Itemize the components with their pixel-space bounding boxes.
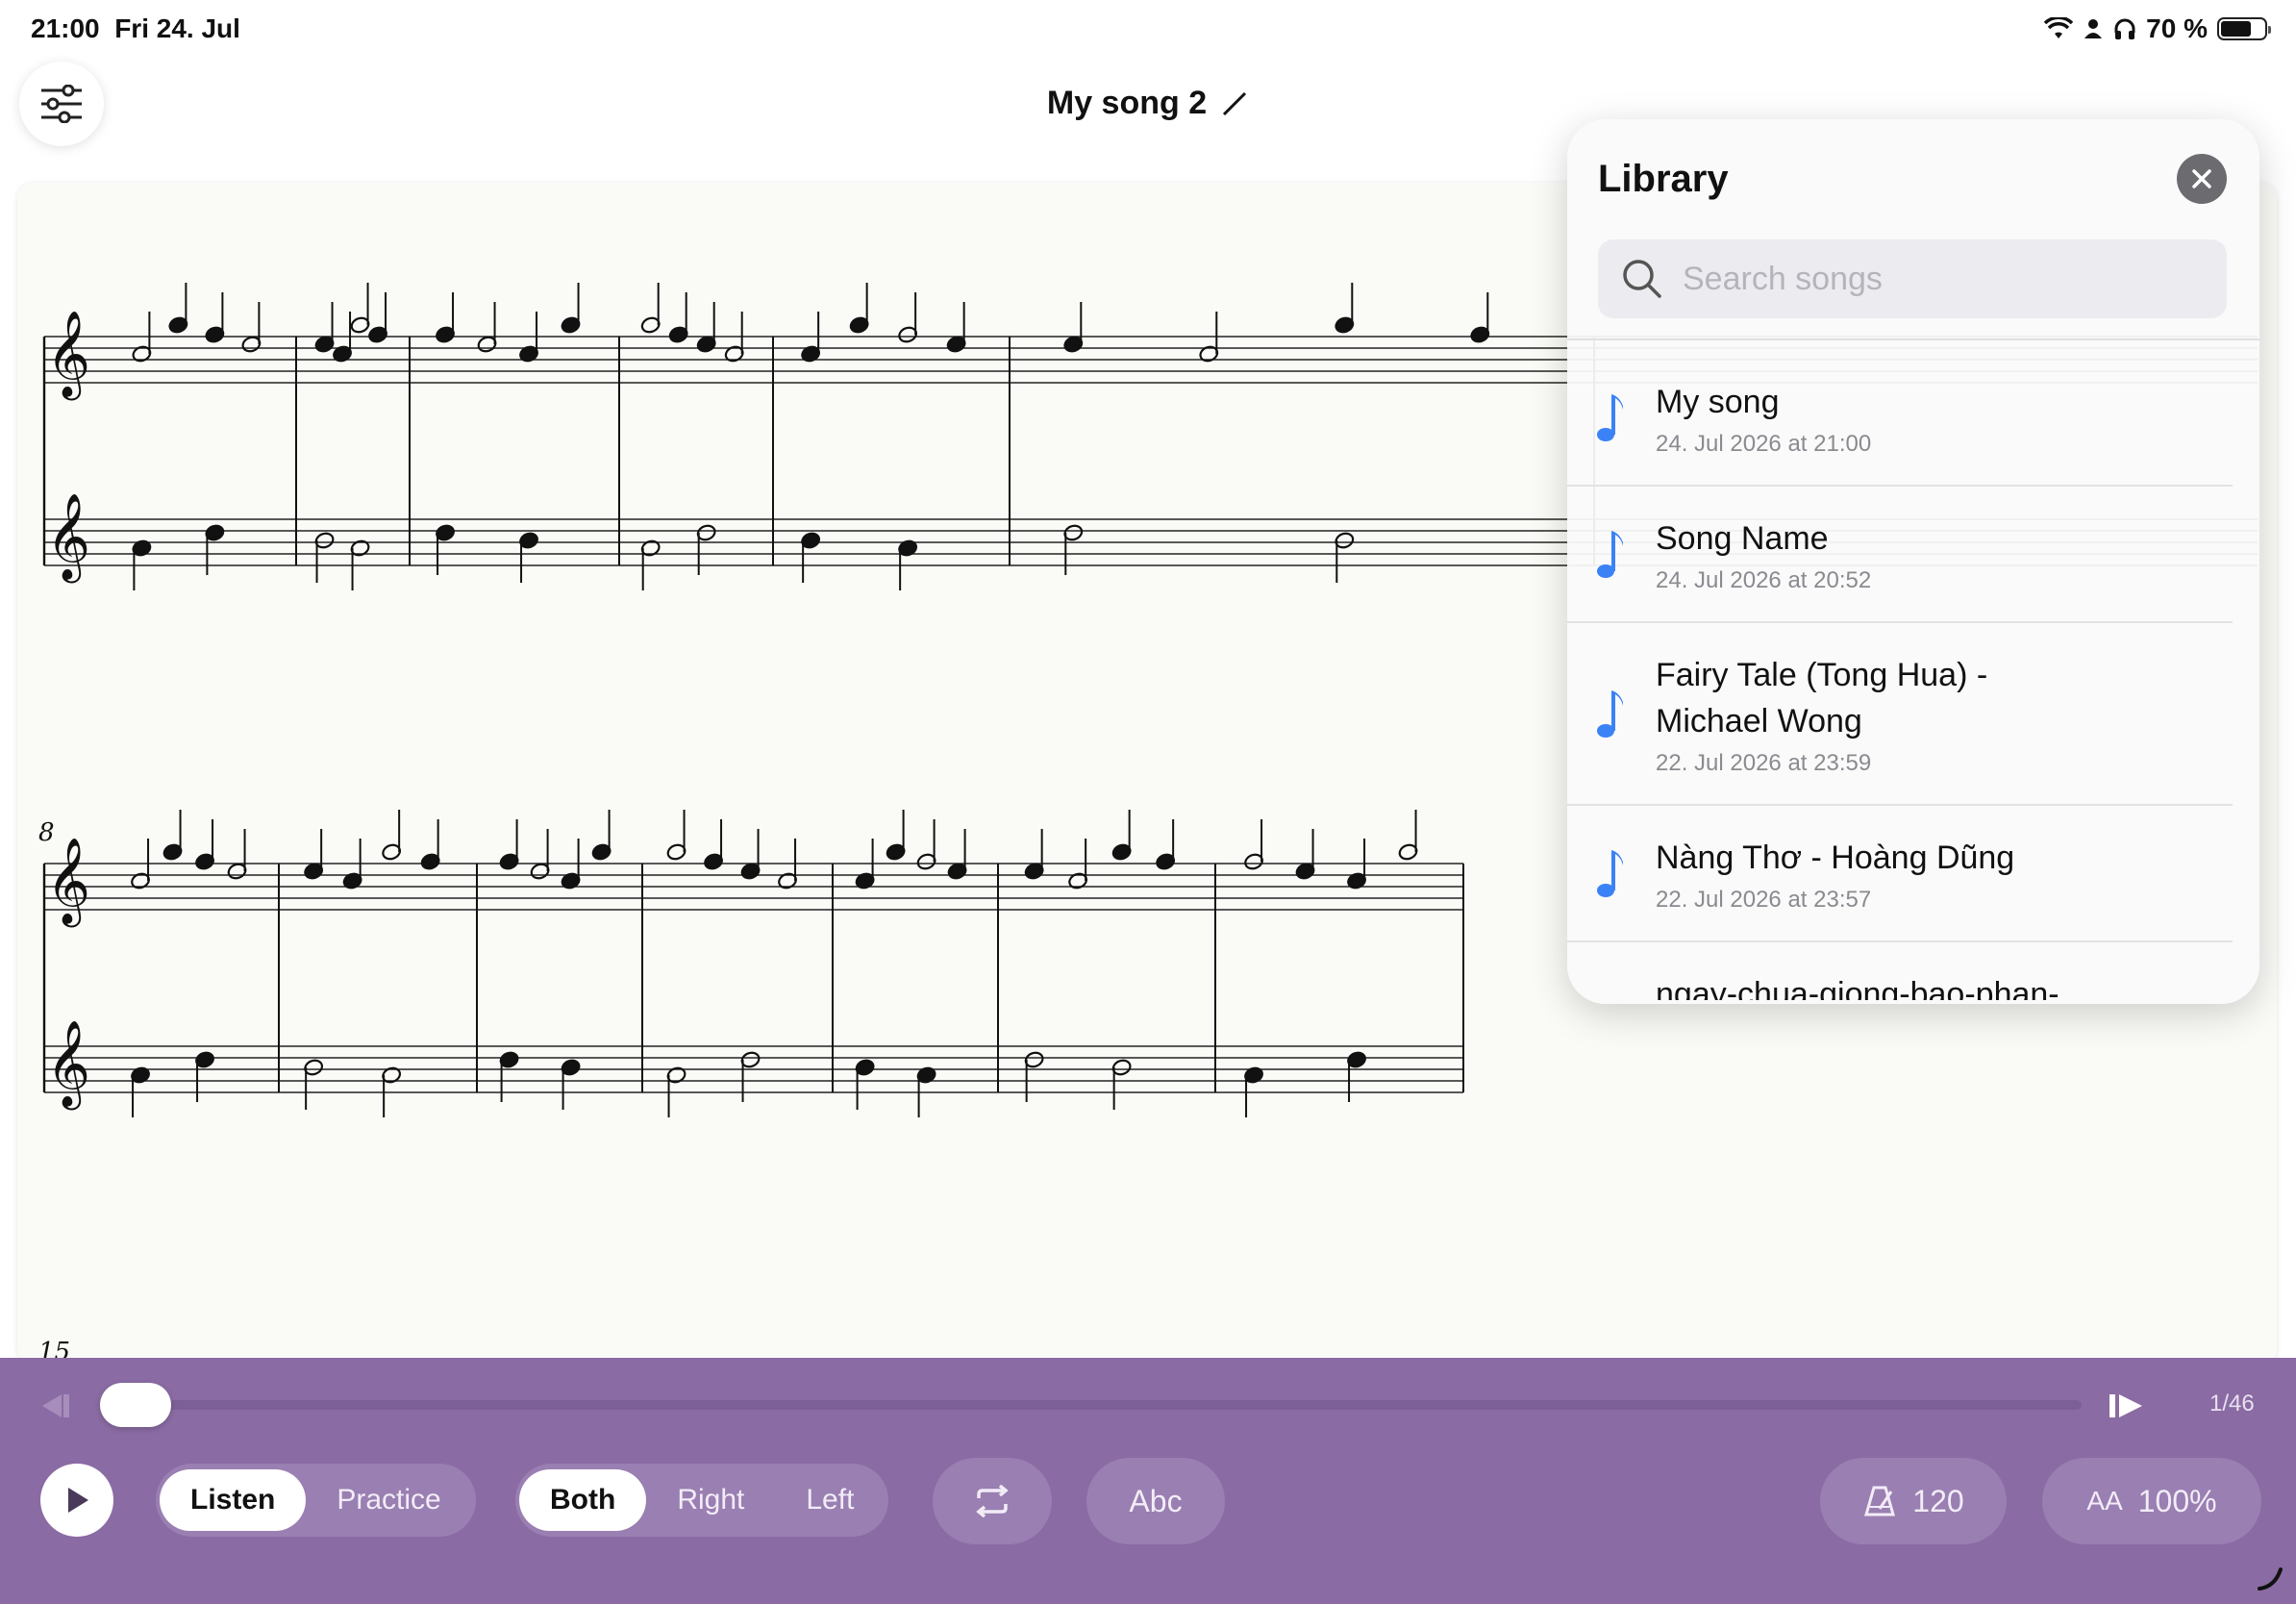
zoom-value: 100% bbox=[2137, 1483, 2217, 1518]
song-date: 24. Jul 2026 at 20:52 bbox=[1656, 567, 1872, 593]
song-name: Fairy Tale (Tong Hua) - Michael Wong bbox=[1656, 657, 1988, 739]
list-item[interactable]: Song Name 24. Jul 2026 at 20:52 bbox=[1567, 487, 2233, 623]
mode-listen-option[interactable]: Listen bbox=[160, 1469, 307, 1531]
status-time: 21:00 Fri 24. Jul bbox=[31, 13, 240, 43]
clef: 𝄞 bbox=[46, 838, 90, 928]
song-name: Song Name bbox=[1656, 520, 1829, 557]
player-bar: 1/46 Listen Practice Both Right Left Abc… bbox=[0, 1358, 2296, 1604]
song-title-row[interactable]: My song 2 bbox=[0, 85, 2296, 122]
text-size-icon: AA bbox=[2086, 1486, 2123, 1516]
song-title: My song 2 bbox=[1046, 85, 1208, 121]
progress-row: 1/46 bbox=[0, 1377, 2296, 1435]
battery-fill bbox=[2221, 21, 2251, 37]
hand-both-option[interactable]: Both bbox=[519, 1469, 647, 1531]
zoom-button[interactable]: AA 100% bbox=[2042, 1458, 2261, 1544]
status-icons: 70 % bbox=[2044, 13, 2271, 44]
page-counter: 1/46 bbox=[2209, 1391, 2255, 1416]
resize-handle-icon[interactable] bbox=[2256, 1564, 2284, 1592]
notation-label: Abc bbox=[1129, 1483, 1183, 1518]
list-item[interactable]: Fairy Tale (Tong Hua) - Michael Wong 22.… bbox=[1567, 623, 2233, 806]
skip-forward-icon[interactable] bbox=[2106, 1387, 2148, 1425]
hand-segmented-control: Both Right Left bbox=[515, 1464, 889, 1537]
wifi-icon bbox=[2044, 17, 2074, 38]
battery-percent: 70 % bbox=[2146, 13, 2208, 43]
status-bar: 21:00 Fri 24. Jul 70 % bbox=[0, 0, 2296, 58]
close-icon bbox=[2192, 169, 2211, 188]
headphones-icon bbox=[2114, 18, 2135, 39]
music-note-icon bbox=[1597, 690, 1623, 738]
music-note-icon bbox=[1597, 531, 1623, 578]
song-date: 24. Jul 2026 at 21:00 bbox=[1656, 431, 1872, 457]
hand-right-option[interactable]: Right bbox=[646, 1469, 775, 1531]
controls-row: Listen Practice Both Right Left Abc 120 … bbox=[0, 1454, 2296, 1579]
mode-practice-option[interactable]: Practice bbox=[306, 1469, 471, 1531]
person-icon bbox=[2084, 19, 2103, 38]
song-date: 22. Jul 2026 at 23:59 bbox=[1656, 750, 1872, 776]
repeat-button[interactable] bbox=[933, 1458, 1052, 1544]
repeat-icon bbox=[976, 1485, 1009, 1517]
pencil-icon[interactable] bbox=[1220, 89, 1249, 118]
list-item[interactable]: Nàng Thơ - Hoàng Dũng 22. Jul 2026 at 23… bbox=[1567, 806, 2233, 942]
music-note-icon bbox=[1597, 394, 1623, 441]
progress-track[interactable] bbox=[115, 1400, 2082, 1410]
song-name: Nàng Thơ - Hoàng Dũng bbox=[1656, 840, 2015, 876]
library-title: Library bbox=[1598, 158, 1729, 200]
music-note-icon bbox=[1597, 850, 1623, 897]
song-list: My song 24. Jul 2026 at 21:00 Song Name … bbox=[1567, 350, 2259, 1000]
song-name: ngay-chua-giong-bao-phan- bbox=[1656, 976, 2059, 1000]
clef: 𝄞 bbox=[46, 1020, 90, 1111]
progress-thumb[interactable] bbox=[100, 1383, 171, 1427]
play-button[interactable] bbox=[40, 1464, 113, 1537]
search-icon bbox=[1623, 260, 1661, 298]
metronome-icon bbox=[1864, 1486, 1896, 1516]
battery-icon bbox=[2217, 17, 2271, 40]
tempo-button[interactable]: 120 bbox=[1820, 1458, 2007, 1544]
hand-left-option[interactable]: Left bbox=[775, 1469, 885, 1531]
close-button[interactable] bbox=[2177, 154, 2227, 204]
play-icon bbox=[68, 1488, 88, 1513]
list-item[interactable]: My song 24. Jul 2026 at 21:00 bbox=[1567, 350, 2233, 487]
divider bbox=[1567, 338, 2259, 340]
tempo-value: 120 bbox=[1912, 1483, 1964, 1518]
notation-button[interactable]: Abc bbox=[1086, 1458, 1225, 1544]
measure-number: 8 bbox=[38, 818, 55, 847]
clef: 𝄞 bbox=[46, 311, 90, 401]
list-item[interactable]: ngay-chua-giong-bao-phan- bbox=[1567, 942, 2233, 1000]
skip-back-icon[interactable] bbox=[35, 1387, 73, 1425]
library-panel: Library My song 24. Jul 2026 at 21:00 So… bbox=[1567, 119, 2259, 1004]
search-input[interactable] bbox=[1683, 260, 2183, 298]
song-date: 22. Jul 2026 at 23:57 bbox=[1656, 887, 1872, 913]
mode-segmented-control: Listen Practice bbox=[156, 1464, 476, 1537]
search-field[interactable] bbox=[1598, 239, 2227, 318]
song-name: My song bbox=[1656, 384, 1780, 420]
clef: 𝄞 bbox=[46, 493, 90, 584]
